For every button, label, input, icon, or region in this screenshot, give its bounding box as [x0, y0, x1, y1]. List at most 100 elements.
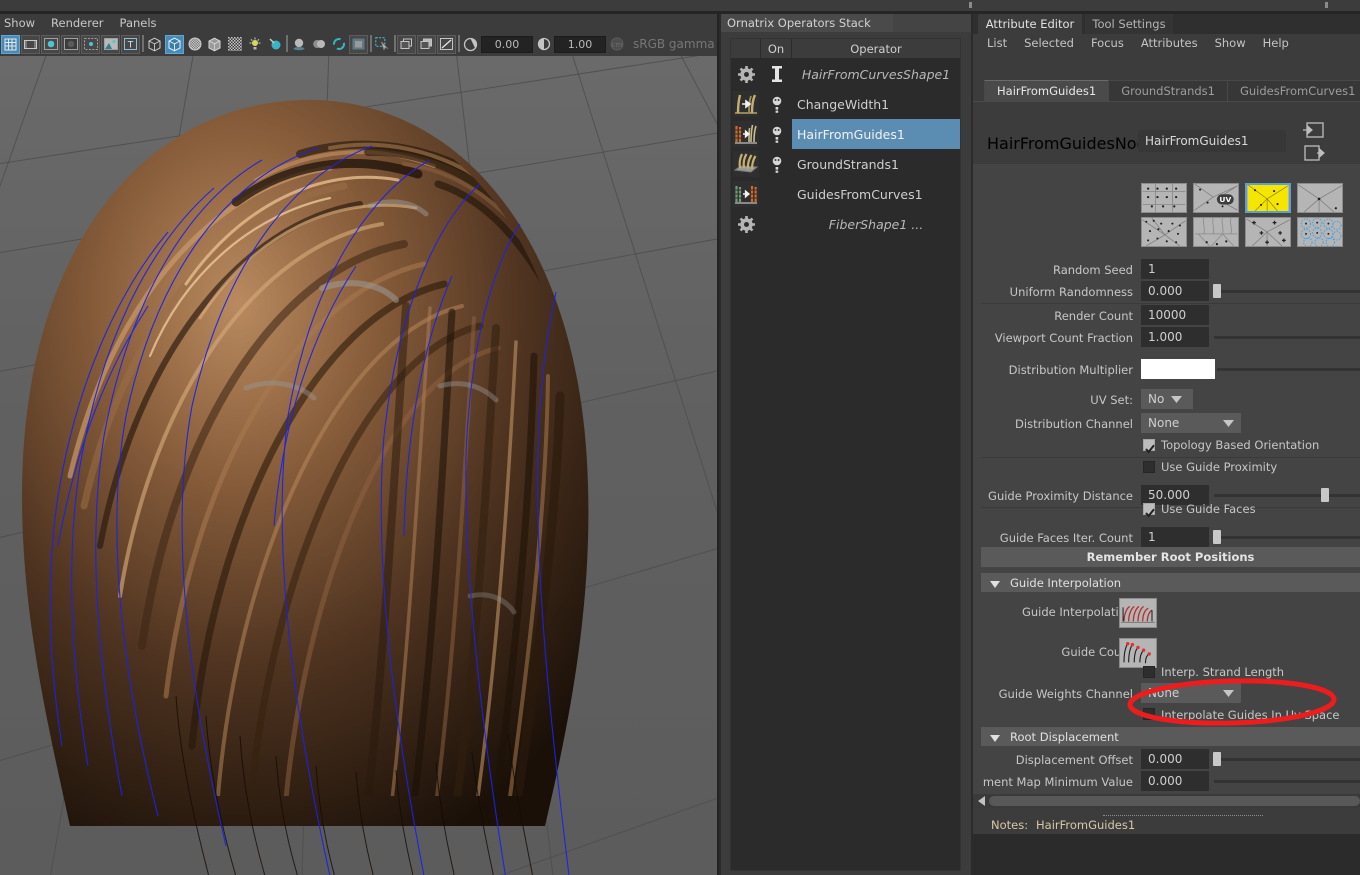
notes-textarea[interactable]: [973, 834, 1360, 875]
save-attributes-icon[interactable]: [1303, 144, 1325, 162]
menu-attributes[interactable]: Attributes: [1141, 36, 1198, 50]
panel-divider-nub-2[interactable]: [1325, 2, 1328, 8]
operator-stack-tab[interactable]: Ornatrix Operators Stack: [721, 14, 971, 32]
operator-row-changewidth1[interactable]: ChangeWidth1: [731, 89, 960, 119]
operator-row-fibershape1[interactable]: FiberShape1 ...: [731, 209, 960, 239]
changewidth-icon[interactable]: [731, 89, 761, 119]
node-tab-hairfromguides1[interactable]: HairFromGuides1: [984, 80, 1108, 101]
xray-joints-icon[interactable]: [417, 35, 436, 54]
viewport-menu-renderer[interactable]: Renderer: [51, 16, 104, 30]
random-face-distribution-icon[interactable]: [1245, 183, 1291, 213]
grid-icon[interactable]: [1, 35, 20, 54]
interp-strand-length-checkbox[interactable]: [1143, 666, 1155, 678]
uniform-randomness-input[interactable]: 0.000: [1141, 281, 1209, 301]
isolate-select-icon[interactable]: [373, 35, 392, 54]
viewport-count-fraction-input[interactable]: 1.000: [1141, 327, 1209, 347]
face-center-distribution-icon[interactable]: [1297, 183, 1343, 213]
displacement-offset-input[interactable]: 0.000: [1141, 749, 1209, 769]
remember-root-positions-button[interactable]: Remember Root Positions: [981, 547, 1360, 567]
displacement-map-minimum-value-slider[interactable]: [1214, 780, 1360, 783]
xray-icon[interactable]: [397, 35, 416, 54]
displacement-offset-slider[interactable]: [1216, 758, 1360, 761]
node-name-field[interactable]: HairFromGuides1: [1138, 130, 1286, 152]
motion-blur-icon[interactable]: [329, 35, 348, 54]
guide-proximity-distance-slider-handle[interactable]: [1321, 488, 1329, 502]
gear-icon[interactable]: [731, 209, 761, 239]
uniform-distribution-icon[interactable]: [1141, 183, 1187, 213]
groundstrands-icon[interactable]: [731, 149, 761, 179]
colormanagement-icon[interactable]: cm: [607, 35, 626, 54]
toggle-icon[interactable]: [761, 149, 792, 179]
node-tab-groundstrands1[interactable]: GroundStrands1: [1108, 80, 1227, 101]
topology-based-orientation-checkbox[interactable]: [1143, 439, 1155, 451]
operator-name[interactable]: FiberShape1 ...: [792, 209, 960, 239]
hardware-texture-icon[interactable]: [225, 35, 244, 54]
flat-shade-icon[interactable]: [205, 35, 224, 54]
panel-divider-nub-1[interactable]: [969, 2, 972, 8]
menu-help[interactable]: Help: [1263, 36, 1289, 50]
use-guide-proximity-checkbox[interactable]: [1143, 461, 1155, 473]
operator-row-hairfromcurvesshape1[interactable]: HairFromCurvesShape1: [731, 59, 960, 89]
guide-count-one-icon[interactable]: [1119, 638, 1157, 668]
scroll-left-icon[interactable]: [975, 795, 987, 807]
interpolate-guides-in-uv-space-checkbox[interactable]: [1143, 708, 1155, 720]
collapse-triangle-icon[interactable]: [990, 727, 1000, 746]
text-icon[interactable]: T: [121, 35, 140, 54]
toggle-icon[interactable]: [761, 119, 792, 149]
operator-name[interactable]: HairFromCurvesShape1: [792, 59, 960, 89]
operator-name[interactable]: ChangeWidth1: [792, 89, 960, 119]
viewport-count-fraction-slider[interactable]: [1214, 336, 1360, 339]
operator-row-hairfromguides1[interactable]: HairFromGuides1: [731, 119, 960, 149]
screenspace-ao-icon[interactable]: [349, 35, 368, 54]
guidesfromcurves-icon[interactable]: [731, 179, 761, 209]
tab-tool-settings[interactable]: Tool Settings: [1085, 14, 1173, 34]
operator-name[interactable]: GroundStrands1: [792, 149, 960, 179]
displacement-offset-slider-handle[interactable]: [1213, 752, 1221, 766]
operator-name[interactable]: GuidesFromCurves1: [792, 179, 960, 209]
menu-show[interactable]: Show: [1215, 36, 1246, 50]
random-seed-input[interactable]: 1: [1141, 259, 1209, 279]
guide-faces-iter-count-slider-handle[interactable]: [1213, 530, 1221, 544]
gear-icon[interactable]: [731, 59, 761, 89]
chevron-down-icon[interactable]: [1217, 683, 1239, 703]
ambient-occlusion-icon[interactable]: [309, 35, 328, 54]
xray-active-components-icon[interactable]: [437, 35, 456, 54]
menu-focus[interactable]: Focus: [1091, 36, 1124, 50]
wireframe-icon[interactable]: [145, 35, 164, 54]
root-displacement-section-header[interactable]: Root Displacement: [981, 727, 1360, 746]
distribution-multiplier-swatch[interactable]: [1141, 359, 1215, 379]
hair-model[interactable]: [0, 56, 717, 875]
operator-row-groundstrands1[interactable]: GroundStrands1: [731, 149, 960, 179]
hairfromguides-icon[interactable]: [731, 119, 761, 149]
guide-proximity-distance-slider[interactable]: [1214, 494, 1360, 497]
use-default-lighting-icon[interactable]: [245, 35, 264, 54]
render-count-input[interactable]: 10000: [1141, 305, 1209, 325]
collapse-triangle-icon[interactable]: [990, 573, 1000, 592]
menu-selected[interactable]: Selected: [1024, 36, 1074, 50]
guide-faces-iter-count-input[interactable]: 1: [1141, 527, 1209, 547]
safetitle-icon[interactable]: [101, 35, 120, 54]
scroll-thumb[interactable]: [989, 796, 1360, 806]
resolutiongate-icon[interactable]: [41, 35, 60, 54]
toggle-icon[interactable]: [761, 89, 792, 119]
exposure-icon[interactable]: [461, 35, 480, 54]
uv-distribution-icon[interactable]: UV: [1193, 183, 1239, 213]
distribution-multiplier-slider[interactable]: [1217, 368, 1360, 371]
fieldchart-icon[interactable]: [61, 35, 80, 54]
packed-distribution-icon[interactable]: [1297, 217, 1343, 247]
operator-name[interactable]: HairFromGuides1: [792, 119, 960, 149]
viewport-menu-panels[interactable]: Panels: [120, 16, 157, 30]
gamma-value-field[interactable]: 1.00: [554, 36, 606, 53]
safeaction-icon[interactable]: [81, 35, 100, 54]
shape-icon[interactable]: [761, 59, 792, 89]
chevron-down-icon[interactable]: [1165, 389, 1187, 409]
gamma-icon[interactable]: [534, 35, 553, 54]
shadows-icon[interactable]: [289, 35, 308, 54]
operator-stack-list[interactable]: On Operator HairFromCurvesShape1 ChangeW…: [730, 38, 961, 871]
lights-icon[interactable]: [265, 35, 284, 54]
attribute-editor-hscrollbar[interactable]: [973, 794, 1360, 808]
use-guide-faces-checkbox[interactable]: [1143, 503, 1155, 515]
menu-list[interactable]: List: [987, 36, 1007, 50]
viewport-3d[interactable]: [0, 56, 717, 875]
filmgate-icon[interactable]: [21, 35, 40, 54]
